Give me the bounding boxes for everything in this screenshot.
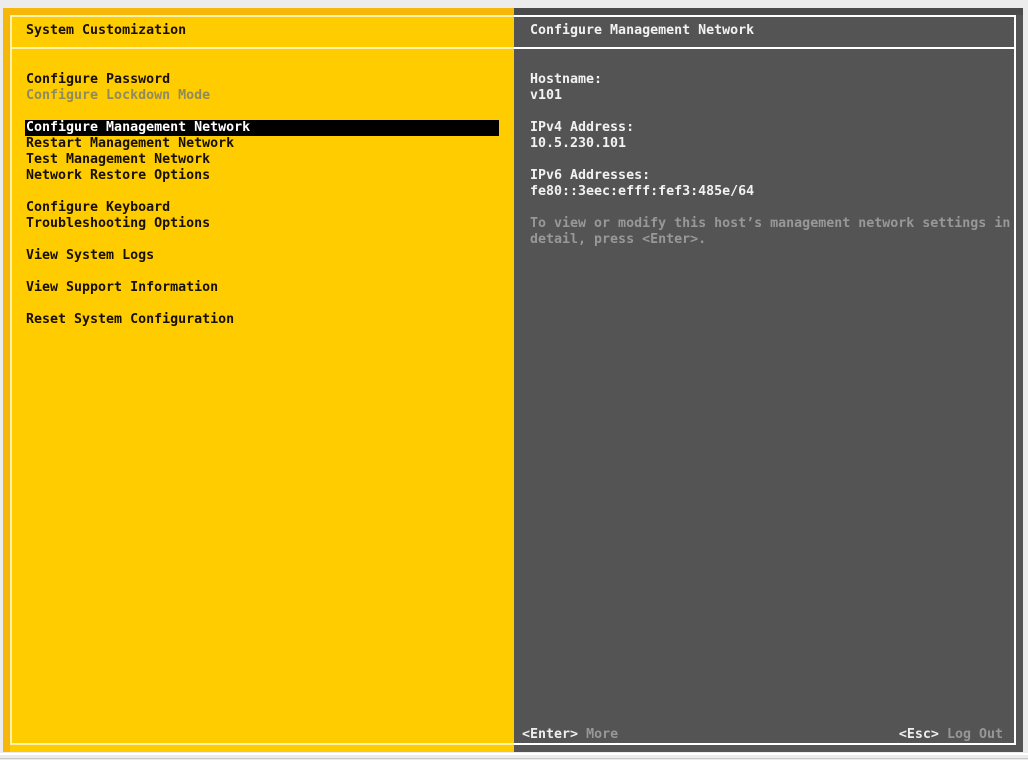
menu-item-configure-keyboard[interactable]: Configure Keyboard [3,200,514,216]
esc-key-label: <Esc> [898,727,939,742]
menu-spacer [3,296,514,312]
help-note: To view or modify this host’s management… [530,216,1011,247]
field-ipv6-addresses: IPv6 Addresses: fe80::3eec:efff:fef3:485e… [530,168,754,200]
field-value: v101 [530,88,563,103]
menu-item-label: Reset System Configuration [26,312,235,327]
left-panel-title: System Customization [26,23,187,38]
menu-item-label: Configure Keyboard [26,200,171,215]
menu-item-restart-management-network[interactable]: Restart Management Network [3,136,514,152]
dcui-screen: System Customization Configure Password C… [0,0,1028,760]
field-label: IPv6 Addresses: [530,168,651,183]
menu-item-label: Troubleshooting Options [26,216,211,231]
menu-item-troubleshooting-options[interactable]: Troubleshooting Options [3,216,514,232]
menu-item-configure-management-network[interactable]: Configure Management Network [3,120,514,136]
enter-more-hint[interactable]: <Enter> More [522,727,618,743]
field-value: fe80::3eec:efff:fef3:485e/64 [530,184,755,199]
menu-item-test-management-network[interactable]: Test Management Network [3,152,514,168]
menu-item-configure-lockdown-mode[interactable]: Configure Lockdown Mode [3,88,514,104]
menu-spacer [3,104,514,120]
menu-spacer [3,232,514,248]
menu-item-label: View System Logs [26,248,155,263]
menu-item-reset-system-configuration[interactable]: Reset System Configuration [3,312,514,328]
esc-action-label: Log Out [946,727,1003,742]
menu-item-label: Configure Password [26,72,171,87]
right-panel-title: Configure Management Network [530,23,755,38]
menu-item-label: Test Management Network [26,152,211,167]
enter-action-label: More [586,727,619,742]
menu-item-label: Configure Lockdown Mode [26,88,211,103]
menu-item-view-system-logs[interactable]: View System Logs [3,248,514,264]
system-customization-menu: Configure Password Configure Lockdown Mod… [3,72,514,328]
configure-management-network-panel: Configure Management Network Hostname: v1… [514,8,1023,752]
menu-item-label: Restart Management Network [26,136,235,151]
field-label: Hostname: [530,72,603,87]
menu-spacer [3,264,514,280]
menu-item-network-restore-options[interactable]: Network Restore Options [3,168,514,184]
field-label: IPv4 Address: [530,120,635,135]
menu-item-label: Configure Management Network [25,120,499,136]
title-separator [514,47,1014,49]
enter-key-label: <Enter> [522,727,579,742]
menu-item-configure-password[interactable]: Configure Password [3,72,514,88]
system-customization-panel: System Customization Configure Password C… [3,8,514,752]
field-ipv4-address: IPv4 Address: 10.5.230.101 [530,120,754,152]
field-hostname: Hostname: v101 [530,72,754,104]
hint-bar: <Enter> More <Esc> Log Out [522,727,1003,743]
menu-item-view-support-information[interactable]: View Support Information [3,280,514,296]
network-info-fields: Hostname: v101 IPv4 Address: 10.5.230.101 IP… [530,72,754,216]
menu-item-label: Network Restore Options [26,168,211,183]
menu-spacer [3,184,514,200]
screen-bottom-edge [0,758,1028,759]
panel-edge [514,8,1023,15]
title-separator [12,47,514,49]
screen-bottom-edge [0,753,1028,755]
esc-logout-hint[interactable]: <Esc> Log Out [899,727,1003,743]
panel-edge [3,8,514,15]
menu-item-label: View Support Information [26,280,219,295]
field-value: 10.5.230.101 [530,136,627,151]
